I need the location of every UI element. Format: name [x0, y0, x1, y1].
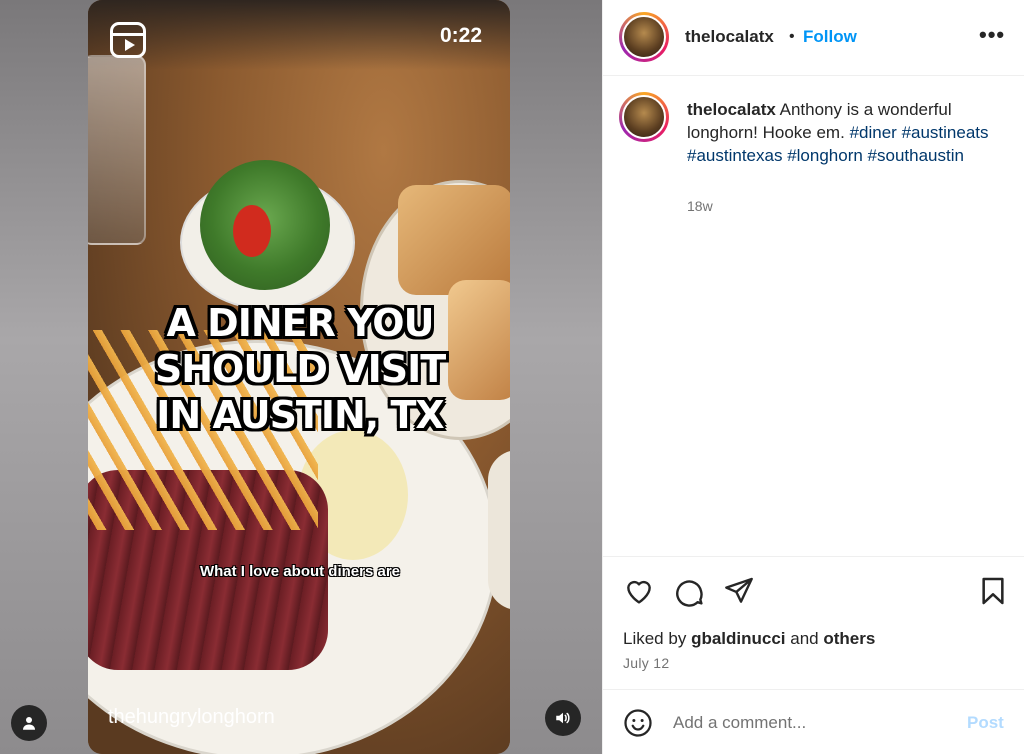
tomato — [233, 205, 271, 257]
video-timer: 0:22 — [440, 24, 483, 47]
reel-icon — [110, 22, 146, 58]
side-bowl — [488, 450, 510, 610]
more-options-icon[interactable]: ••• — [979, 22, 1005, 48]
media-pane: 0:22 A DINER YOU SHOULD VISIT IN AUSTIN,… — [0, 0, 602, 754]
user-tags-button[interactable] — [11, 705, 47, 741]
separator-dot: • — [789, 28, 795, 45]
caption-username[interactable]: thelocalatx — [687, 100, 776, 119]
hashtag-link[interactable]: #longhorn — [787, 146, 863, 165]
send-icon[interactable] — [723, 575, 755, 607]
video-subtitle: What I love about diners are — [199, 563, 401, 580]
audio-credit[interactable]: thehungrylonghorn — [108, 706, 275, 729]
likes-prefix: Liked by — [623, 629, 687, 648]
likes-others-link[interactable]: others — [823, 629, 875, 648]
post-header: thelocalatx • Follow ••• — [603, 0, 1024, 76]
caption-avatar[interactable] — [619, 92, 669, 142]
likes-and: and — [790, 629, 819, 648]
person-icon — [23, 717, 35, 730]
heart-icon[interactable] — [623, 575, 655, 607]
sound-toggle-button[interactable] — [545, 700, 581, 736]
video-title-line: A DINER YOU — [166, 301, 435, 345]
comment-bar: Post — [603, 689, 1024, 754]
water-glass — [88, 55, 146, 245]
liked-by-user-link[interactable]: gbaldinucci — [691, 629, 785, 648]
post-caption: thelocalatx Anthony is a wonderful longh… — [687, 98, 1007, 167]
likes-summary: Liked by gbaldinucci and others — [623, 629, 875, 649]
sandwich-half — [448, 280, 510, 400]
avatar[interactable] — [619, 12, 669, 62]
video-title-overlay: A DINER YOU SHOULD VISIT IN AUSTIN, TX — [150, 300, 450, 438]
avatar-image — [622, 95, 666, 139]
post-age[interactable]: 18w — [687, 198, 713, 214]
hashtag-link[interactable]: #austintexas — [687, 146, 782, 165]
action-bar: Liked by gbaldinucci and others July 12 — [603, 556, 1024, 689]
hashtag-link[interactable]: #austineats — [902, 123, 989, 142]
bookmark-icon[interactable] — [977, 575, 1009, 607]
hashtag-link[interactable]: #southaustin — [868, 146, 964, 165]
follow-button[interactable]: Follow — [803, 27, 857, 47]
video-title-line: IN AUSTIN, TX — [156, 393, 444, 437]
post-date[interactable]: July 12 — [623, 655, 669, 671]
post-side-panel: thelocalatx • Follow ••• thelocalatx Ant… — [602, 0, 1024, 754]
speaker-icon — [556, 712, 570, 724]
emoji-icon[interactable] — [623, 708, 653, 738]
comment-icon[interactable] — [673, 575, 705, 607]
comment-input[interactable] — [673, 710, 943, 736]
header-username[interactable]: thelocalatx — [685, 27, 774, 47]
hashtag-link[interactable]: #diner — [850, 123, 897, 142]
post-comment-button[interactable]: Post — [967, 713, 1004, 733]
sandwich — [398, 185, 510, 295]
video-title-line: SHOULD VISIT — [154, 347, 446, 391]
avatar-image — [622, 15, 666, 59]
